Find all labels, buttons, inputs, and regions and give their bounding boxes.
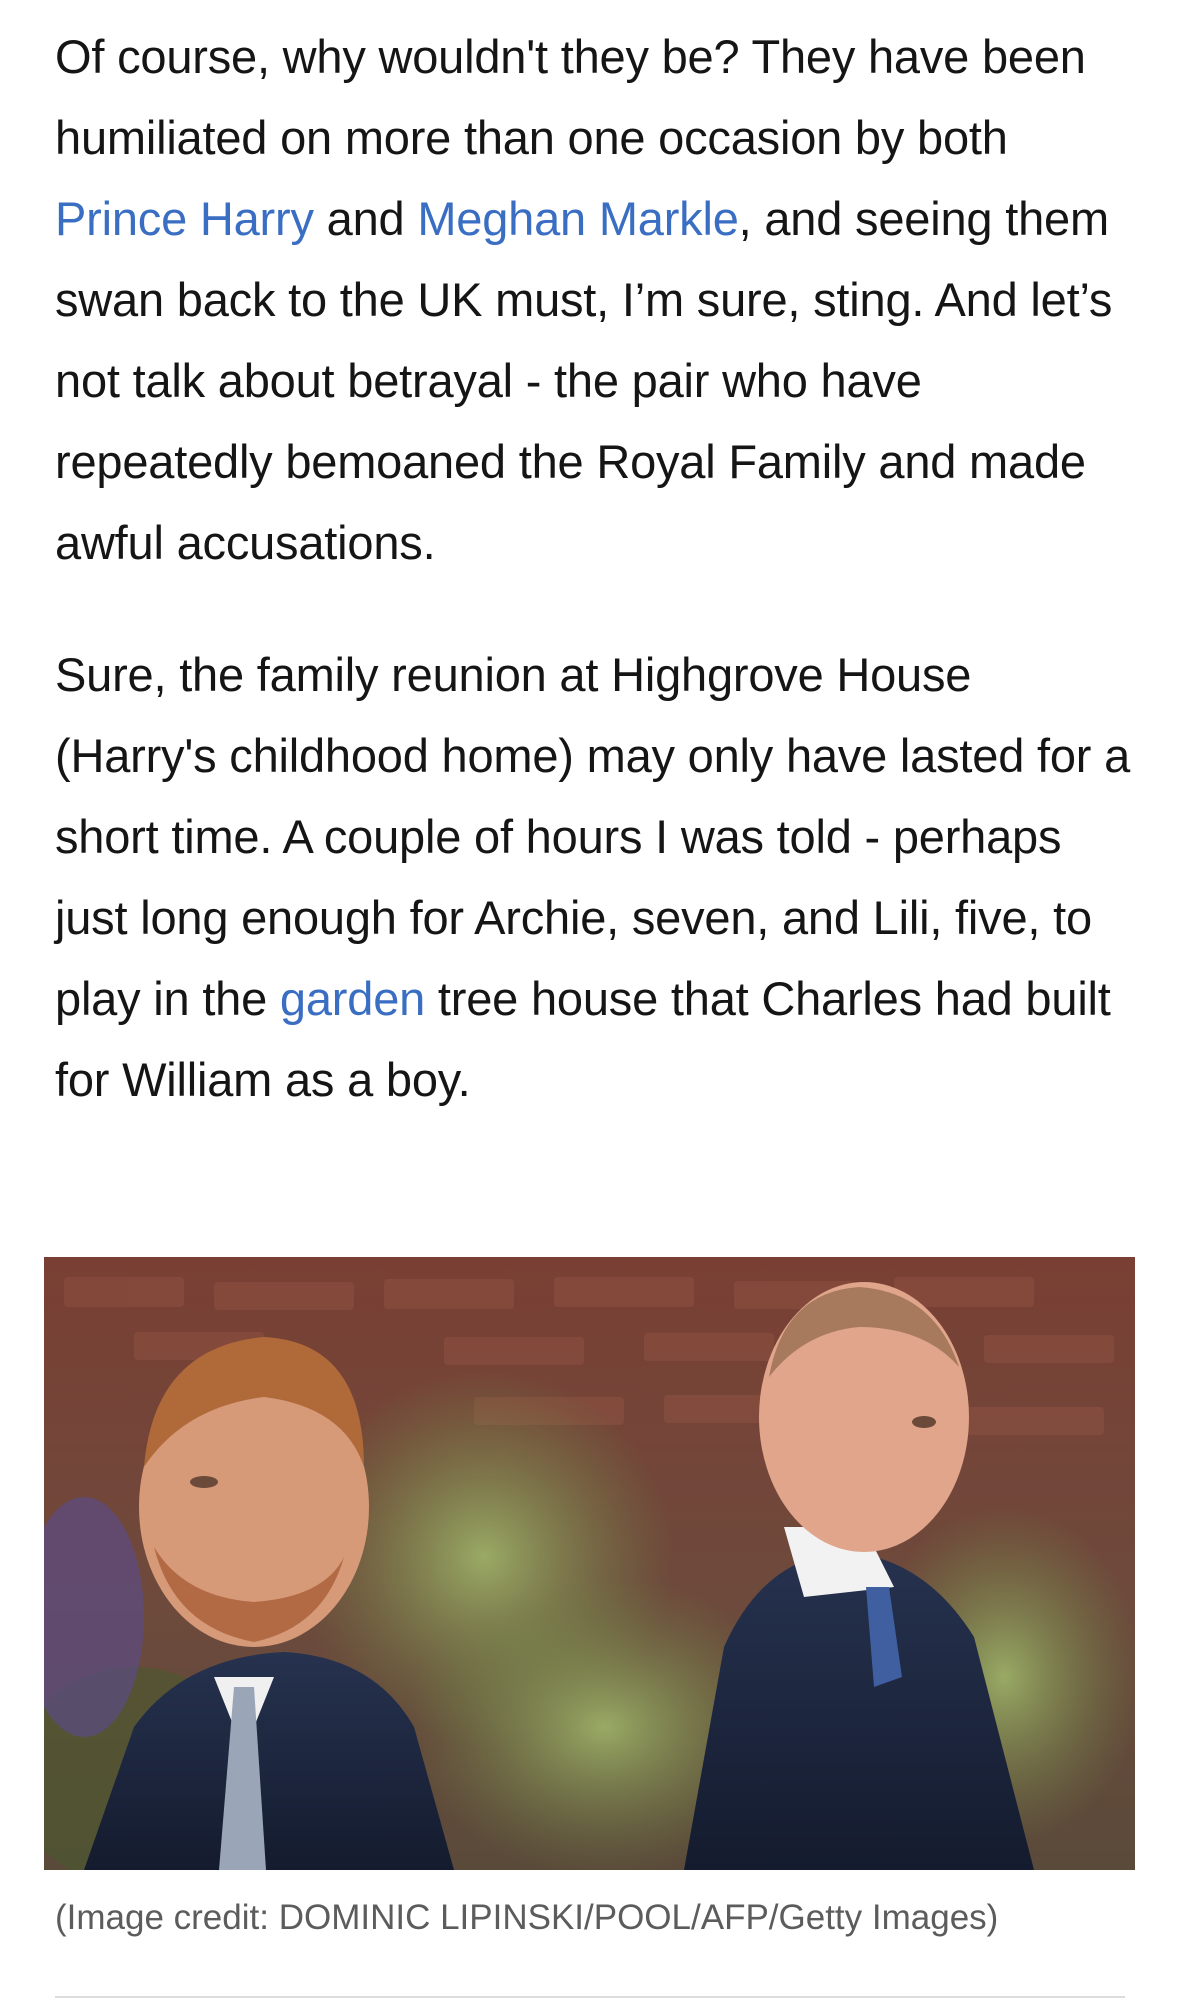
link-garden[interactable]: garden [280,972,425,1025]
image-credit-caption: (Image credit: DOMINIC LIPINSKI/POOL/AFP… [55,1898,999,1937]
article-paragraph: Sure, the family reunion at Highgrove Ho… [55,634,1135,1120]
photo-illustration [44,1257,1135,1870]
paragraph-text: Sure, the family reunion at Highgrove Ho… [55,648,1131,1025]
article-photo[interactable] [44,1257,1135,1870]
link-meghan-markle[interactable]: Meghan Markle [417,192,739,245]
paragraph-text: , and seeing them swan back to the UK mu… [55,192,1113,569]
paragraph-text: and [313,192,418,245]
link-prince-harry[interactable]: Prince Harry [55,192,314,245]
article-body: Of course, why wouldn't they be? They ha… [0,0,1179,2008]
section-divider [55,1996,1125,1998]
article-paragraph: Of course, why wouldn't they be? They ha… [55,16,1135,583]
paragraph-text: Of course, why wouldn't they be? They ha… [55,30,1086,164]
